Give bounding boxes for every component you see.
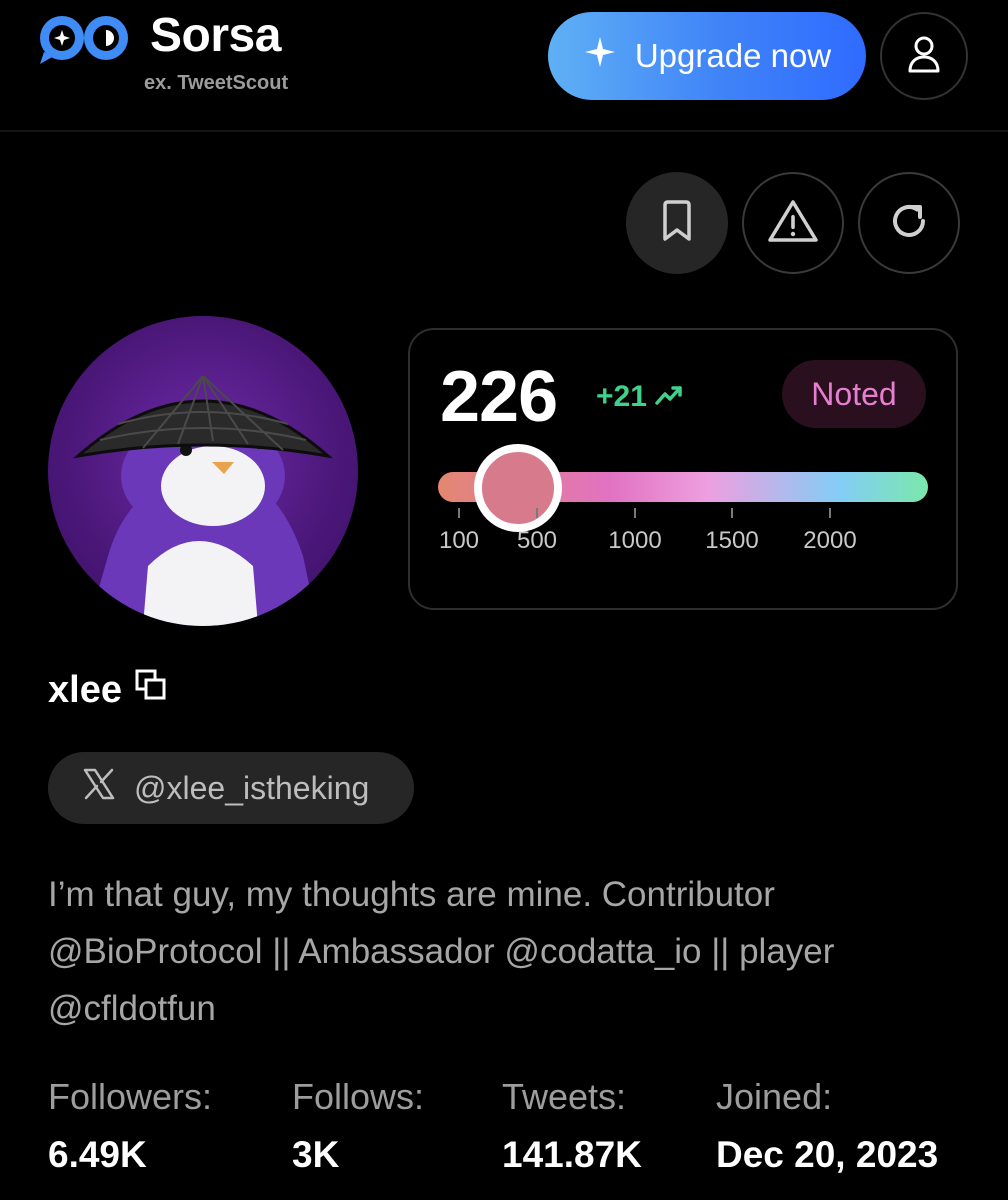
scale-tick	[536, 508, 538, 518]
upgrade-button[interactable]: Upgrade now	[548, 12, 866, 100]
bookmark-icon	[659, 199, 695, 248]
user-button[interactable]	[880, 12, 968, 100]
stat-label-tweets: Tweets:	[502, 1076, 627, 1117]
sorsa-logo-icon[interactable]	[36, 14, 132, 66]
scale-tick	[634, 508, 636, 518]
scale-tick-label: 500	[516, 527, 558, 554]
stat-value-tweets: 141.87K	[502, 1134, 642, 1175]
profile-name: xlee	[48, 668, 122, 711]
stat-value-followers: 6.49K	[48, 1134, 147, 1175]
scale-tick-label: 2000	[803, 527, 857, 554]
score-scale-marker	[474, 444, 562, 532]
user-icon	[907, 35, 941, 78]
twitter-handle-link[interactable]: @xlee_istheking	[48, 752, 414, 824]
stat-value-follows: 3K	[292, 1134, 340, 1175]
score-delta: +21	[596, 380, 683, 414]
stat-label-followers: Followers:	[48, 1076, 213, 1117]
copy-icon[interactable]	[134, 668, 168, 712]
refresh-button[interactable]	[858, 172, 960, 274]
scale-tick	[458, 508, 460, 518]
bookmark-button[interactable]	[626, 172, 728, 274]
avatar	[48, 316, 358, 626]
sparkle-icon	[583, 35, 617, 77]
brand-subtitle: ex. TweetScout	[144, 72, 289, 94]
upgrade-label: Upgrade now	[634, 37, 832, 74]
score-value: 226	[440, 357, 558, 437]
stat-value-joined: Dec 20, 2023	[716, 1134, 939, 1175]
stat-label-follows: Follows:	[292, 1076, 425, 1117]
scale-tick-label: 1500	[705, 527, 759, 554]
profile-name-row: xlee	[48, 668, 168, 712]
report-button[interactable]	[742, 172, 844, 274]
scale-tick	[731, 508, 733, 518]
score-delta-value: +21	[596, 380, 647, 413]
x-logo-icon	[82, 767, 116, 809]
refresh-icon	[886, 198, 932, 249]
warning-icon	[767, 198, 819, 249]
brand-name: Sorsa	[150, 9, 281, 62]
scale-tick-label: 100	[438, 527, 480, 554]
scale-tick	[829, 508, 831, 518]
profile-bio: I’m that guy, my thoughts are mine. Cont…	[48, 875, 835, 1028]
twitter-handle: @xlee_istheking	[134, 769, 370, 806]
scale-tick-label: 1000	[608, 527, 662, 554]
trending-up-icon	[655, 380, 683, 414]
stat-label-joined: Joined:	[716, 1076, 833, 1117]
status-badge: Noted	[782, 360, 926, 428]
